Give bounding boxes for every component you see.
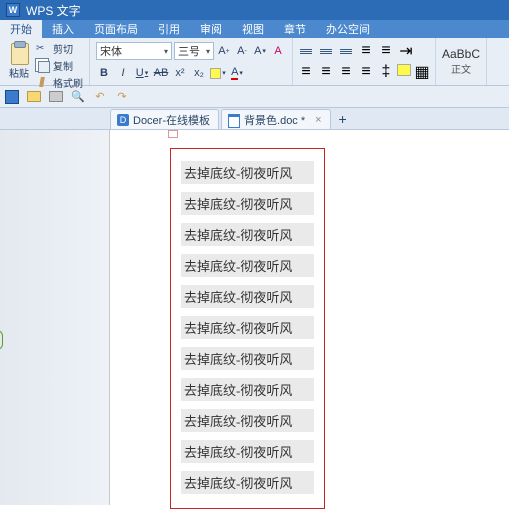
decrease-indent-button[interactable]: ≡ [357, 43, 375, 59]
text-line[interactable]: 去掉底纹-彻夜听风 [181, 378, 314, 401]
subscript-button[interactable]: x₂ [191, 65, 207, 81]
text-line[interactable]: 去掉底纹-彻夜听风 [181, 285, 314, 308]
strikethrough-button[interactable]: AB [153, 65, 169, 81]
new-tab-button[interactable]: + [333, 109, 353, 129]
align-center-button[interactable]: ≡ [317, 64, 335, 80]
text-line[interactable]: 去掉底纹-彻夜听风 [181, 254, 314, 277]
menu-start[interactable]: 开始 [0, 20, 42, 38]
style-label: 正文 [451, 61, 471, 76]
app-title: WPS 文字 [26, 2, 81, 19]
shading-button[interactable] [397, 64, 411, 76]
italic-button[interactable]: I [115, 65, 131, 81]
text-line[interactable]: 去掉底纹-彻夜听风 [181, 409, 314, 432]
menu-page-layout[interactable]: 页面布局 [84, 20, 148, 38]
text-frame[interactable]: 去掉底纹-彻夜听风 去掉底纹-彻夜听风 去掉底纹-彻夜听风 去掉底纹-彻夜听风 … [170, 148, 325, 509]
menu-bar: 开始 插入 页面布局 引用 审阅 视图 章节 办公空间 [0, 20, 509, 38]
align-right-button[interactable]: ≡ [337, 64, 355, 80]
tab-button[interactable]: ⇥ [397, 43, 415, 59]
numbering-button[interactable] [317, 43, 335, 59]
paragraph-group: ≡ ≡ ⇥ ≡ ≡ ≡ ≡ ‡ ▦ [293, 38, 436, 85]
superscript-button[interactable]: x² [172, 65, 188, 81]
menu-review[interactable]: 审阅 [190, 20, 232, 38]
copy-icon [36, 60, 49, 71]
undo-button[interactable] [92, 89, 108, 105]
font-grow-button[interactable]: A+ [216, 43, 232, 59]
tab-label: Docer-在线模板 [133, 112, 210, 128]
close-icon[interactable]: × [315, 114, 321, 126]
font-name-combo[interactable]: 宋体▾ [96, 42, 172, 60]
clear-format-button[interactable]: A [270, 43, 286, 59]
print-preview-button[interactable]: 🔍 [70, 89, 86, 105]
copy-button[interactable]: 复制 [34, 57, 85, 74]
open-button[interactable] [26, 89, 42, 105]
docer-icon [117, 114, 129, 126]
menu-office-space[interactable]: 办公空间 [316, 20, 380, 38]
text-line[interactable]: 去掉底纹-彻夜听风 [181, 316, 314, 339]
menu-references[interactable]: 引用 [148, 20, 190, 38]
ribbon: 粘贴 剪切 复制 格式刷 宋体▾ 三号▾ A+ A- A▾ A B I U▾ A… [0, 38, 509, 86]
tab-document[interactable]: 背景色.doc * × [221, 109, 331, 129]
ruler-marker [168, 130, 178, 138]
cut-button[interactable]: 剪切 [34, 40, 85, 57]
highlight-button[interactable]: ▾ [210, 65, 226, 81]
paste-label: 粘贴 [9, 65, 29, 80]
title-bar: W WPS 文字 [0, 0, 509, 20]
bullets-button[interactable] [297, 43, 315, 59]
font-color-button[interactable]: A▾ [229, 65, 245, 81]
redo-button[interactable] [114, 89, 130, 105]
menu-insert[interactable]: 插入 [42, 20, 84, 38]
paste-button[interactable]: 粘贴 [4, 40, 34, 81]
font-shrink-button[interactable]: A- [234, 43, 250, 59]
text-line[interactable]: 去掉底纹-彻夜听风 [181, 347, 314, 370]
document-icon [228, 114, 240, 126]
text-line[interactable]: 去掉底纹-彻夜听风 [181, 192, 314, 215]
quick-access-toolbar: 🔍 [0, 86, 509, 108]
document-area[interactable]: 去掉底纹-彻夜听风 去掉底纹-彻夜听风 去掉底纹-彻夜听风 去掉底纹-彻夜听风 … [110, 130, 509, 505]
menu-section[interactable]: 章节 [274, 20, 316, 38]
change-case-button[interactable]: A▾ [252, 43, 268, 59]
document-tabs: Docer-在线模板 背景色.doc * × + [0, 108, 509, 130]
line-spacing-button[interactable]: ‡ [377, 64, 395, 80]
multilevel-button[interactable] [337, 43, 355, 59]
app-icon: W [6, 3, 20, 17]
menu-view[interactable]: 视图 [232, 20, 274, 38]
tab-docer[interactable]: Docer-在线模板 [110, 109, 219, 129]
font-group: 宋体▾ 三号▾ A+ A- A▾ A B I U▾ AB x² x₂ ▾ A▾ [90, 38, 293, 85]
text-line[interactable]: 去掉底纹-彻夜听风 [181, 161, 314, 184]
clipboard-icon [8, 41, 30, 65]
font-size-combo[interactable]: 三号▾ [174, 42, 214, 60]
align-justify-button[interactable]: ≡ [357, 64, 375, 80]
align-left-button[interactable]: ≡ [297, 64, 315, 80]
text-line[interactable]: 去掉底纹-彻夜听风 [181, 471, 314, 494]
styles-group[interactable]: AaBbC 正文 [436, 38, 487, 85]
bold-button[interactable]: B [96, 65, 112, 81]
chevron-down-icon: ▾ [206, 47, 210, 56]
borders-button[interactable]: ▦ [413, 64, 431, 80]
workspace: 去掉底纹-彻夜听风 去掉底纹-彻夜听风 去掉底纹-彻夜听风 去掉底纹-彻夜听风 … [0, 130, 509, 505]
text-line[interactable]: 去掉底纹-彻夜听风 [181, 440, 314, 463]
clipboard-group: 粘贴 剪切 复制 格式刷 [0, 38, 90, 85]
scissors-icon [36, 43, 49, 54]
save-button[interactable] [4, 89, 20, 105]
underline-button[interactable]: U▾ [134, 65, 150, 81]
side-panel [0, 130, 110, 505]
brush-icon [36, 77, 49, 88]
increase-indent-button[interactable]: ≡ [377, 43, 395, 59]
style-preview: AaBbC [442, 47, 480, 61]
print-button[interactable] [48, 89, 64, 105]
chevron-down-icon: ▾ [164, 47, 168, 56]
text-line[interactable]: 去掉底纹-彻夜听风 [181, 223, 314, 246]
tab-label: 背景色.doc * [244, 112, 305, 128]
panel-handle[interactable] [0, 330, 3, 350]
